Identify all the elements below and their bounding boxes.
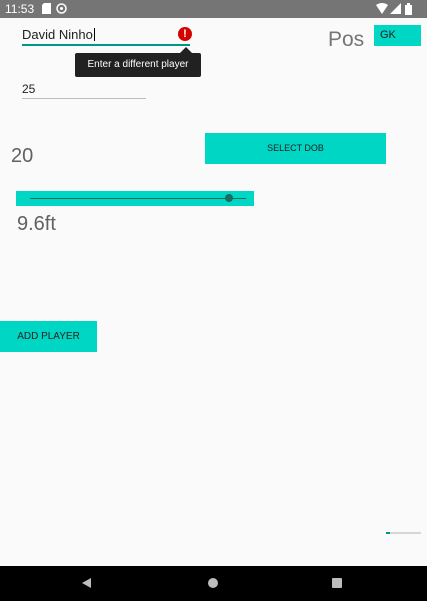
back-icon[interactable] [82,578,91,588]
progress-bar [386,532,421,534]
recent-apps-icon[interactable] [332,578,342,588]
height-slider-thumb[interactable] [224,194,233,202]
sync-icon [56,3,67,17]
position-selector[interactable]: GK [374,25,421,46]
height-slider-track [30,198,246,199]
height-value: 9.6ft [17,213,56,235]
error-tooltip: Enter a different player [75,53,201,77]
age-value: 20 [11,145,34,167]
position-label: Pos [328,28,365,51]
shirt-number-input[interactable]: 25 [22,80,146,99]
height-slider[interactable] [16,191,254,206]
player-name-value: David Ninho [22,27,93,42]
sd-card-icon [42,3,51,17]
player-name-input[interactable]: David Ninho [22,24,190,46]
wifi-icon [376,3,388,17]
text-caret [93,28,95,41]
status-time: 11:53 [5,2,35,16]
status-bar: 11:53 [0,0,427,18]
home-icon[interactable] [208,578,218,588]
battery-icon [405,3,412,18]
error-icon: ! [178,27,192,41]
select-dob-button[interactable]: SELECT DOB [205,133,386,164]
add-player-button[interactable]: ADD PLAYER [0,321,97,352]
signal-icon [390,3,401,17]
shirt-number-value: 25 [22,82,36,96]
navigation-bar [0,566,427,601]
progress-fill [386,532,390,534]
